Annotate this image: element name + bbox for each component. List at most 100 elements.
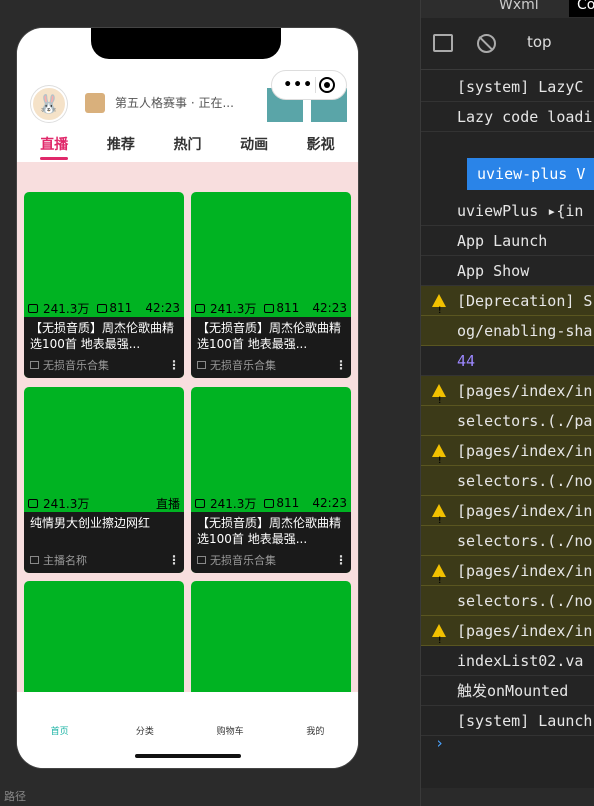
inspect-icon[interactable] [431, 0, 451, 14]
video-card[interactable]: 241.3万 811 42:23 【无损音质】周杰伦歌曲精选100首 地表最强... 无… [191, 387, 351, 573]
context-selector[interactable]: top [527, 33, 552, 51]
console-line: App Show [421, 256, 594, 286]
tabbar-item-3[interactable]: 我的 [285, 724, 345, 737]
console-line: og/enabling-sha [421, 316, 594, 346]
more-options-icon[interactable]: ⋮ [335, 358, 347, 372]
video-card[interactable]: 241.3万 直播 纯情男大创业擦边网红 主播名称 ⋮ [24, 387, 184, 573]
up-icon [30, 361, 39, 369]
console-line: Lazy code loadi [421, 102, 594, 132]
console-text: [pages/index/in [457, 562, 593, 580]
console-line: selectors.(./no [421, 526, 594, 556]
sidebar-toggle-icon[interactable] [433, 34, 453, 52]
console-text: selectors.(./no [457, 592, 593, 610]
console-text: Lazy code loadi [457, 108, 593, 126]
view-count: 241.3万 [210, 496, 257, 511]
notice-icon [85, 93, 105, 113]
author-name[interactable]: 无损音乐合集 [43, 357, 109, 373]
console-line: indexList02.va [421, 646, 594, 676]
video-feed: 241.3万 811 42:23 【无损音质】周杰伦歌曲精选100首 地表最强... 无… [17, 162, 358, 692]
console-line: selectors.(./no [421, 586, 594, 616]
author-name[interactable]: 主播名称 [43, 552, 87, 568]
tab-0[interactable]: 直播 [40, 134, 69, 160]
more-options-icon[interactable]: ⋮ [168, 358, 180, 372]
console-line: 44 [421, 346, 594, 376]
console-line: 触发onMounted [421, 676, 594, 706]
tab-console[interactable]: Co [569, 0, 594, 17]
danmaku-icon [264, 498, 275, 508]
warning-icon [432, 384, 446, 416]
console-line: selectors.(./no [421, 466, 594, 496]
view-count: 241.3万 [43, 301, 90, 316]
warning-icon [432, 294, 446, 326]
video-card[interactable]: 241.3万81142:23【无损音质】周杰伦歌 [24, 581, 184, 692]
play-count-icon [195, 498, 205, 508]
console-prompt[interactable]: › [435, 734, 444, 752]
view-count: 241.3万 [210, 301, 257, 316]
console-text: [pages/index/in [457, 442, 593, 460]
video-card[interactable]: 241.3万 811 42:23 【无损音质】周杰伦歌曲精选100首 地表最强... 无… [191, 192, 351, 378]
close-miniprogram-icon[interactable] [318, 77, 335, 93]
console-text: og/enabling-sha [457, 322, 593, 340]
tabbar-item-2[interactable]: 购物车 [200, 724, 260, 737]
console-text: [pages/index/in [457, 382, 593, 400]
console-text: uviewPlus ▸{in [457, 202, 584, 220]
more-icon[interactable]: ••• [283, 77, 313, 93]
console-line: [pages/index/in [421, 376, 594, 416]
console-text: [system] LazyC [457, 78, 584, 96]
more-options-icon[interactable]: ⋮ [335, 553, 347, 567]
notice-text[interactable]: 第五人格赛事 · 正在... [115, 94, 234, 111]
danmaku-icon [97, 303, 108, 313]
console-line: [system] LazyC [421, 72, 594, 102]
card-stats: 241.3万 811 42:23 [24, 299, 184, 317]
console-text: App Show [457, 262, 530, 280]
bottom-tabbar: 首页 分类 购物车 我的 [17, 692, 358, 768]
tab-4[interactable]: 影视 [307, 134, 335, 160]
tab-3[interactable]: 动画 [240, 134, 268, 160]
author-name[interactable]: 无损音乐合集 [210, 552, 276, 568]
tabbar-item-1[interactable]: 分类 [115, 724, 175, 737]
tab-2[interactable]: 热门 [173, 134, 201, 160]
play-count-icon [28, 498, 38, 508]
author-name[interactable]: 无损音乐合集 [210, 357, 276, 373]
card-info: 纯情男大创业擦边网红 主播名称 ⋮ [24, 512, 184, 573]
video-card[interactable]: 241.3万 811 42:23 【无损音质】周杰伦歌曲精选100首 地表最强... 无… [24, 192, 184, 378]
tab-1[interactable]: 推荐 [107, 134, 135, 160]
author-row: 无损音乐合集 ⋮ [197, 357, 347, 373]
console-text: [pages/index/in [457, 622, 593, 640]
warning-icon [432, 504, 446, 536]
card-info: 【无损音质】周杰伦歌曲精选100首 地表最强... 无损音乐合集 ⋮ [191, 512, 351, 573]
warning-icon [432, 444, 446, 476]
tab-wxml[interactable]: Wxml [499, 0, 539, 13]
card-info: 【无损音质】周杰伦歌曲精选100首 地表最强... 无损音乐合集 ⋮ [24, 317, 184, 378]
console-text: selectors.(./no [457, 472, 593, 490]
console-text: [Deprecation] S [457, 292, 593, 310]
home-indicator [135, 754, 241, 758]
console-line: selectors.(./pa [421, 406, 594, 436]
video-card[interactable]: 241.3万纯情男大原味 [191, 581, 351, 692]
miniprogram-capsule: ••• [271, 70, 347, 100]
capsule-divider [315, 77, 317, 93]
app-root: 🐰 第五人格赛事 · 正在... ••• 直播 推荐 热门 动画 影视 241.3万 81… [0, 0, 594, 806]
play-count-icon [28, 303, 38, 313]
avatar[interactable]: 🐰 [31, 86, 67, 122]
console-text: App Launch [457, 232, 548, 250]
console-line: [pages/index/in [421, 436, 594, 476]
path-label: 路径 [4, 790, 26, 803]
clear-console-icon[interactable] [477, 34, 496, 53]
duration: 42:23 [145, 301, 180, 315]
console-text: selectors.(./pa [457, 412, 593, 430]
console-line: uviewPlus ▸{in [421, 196, 594, 226]
devtools-panel: Wxml Co top [system] LazyC Lazy code load… [420, 0, 594, 806]
console-line: [pages/index/in [421, 556, 594, 596]
play-count-icon [195, 303, 205, 313]
card-title: 【无损音质】周杰伦歌曲精选100首 地表最强... [197, 516, 342, 546]
duration: 直播 [155, 496, 180, 511]
simulator-area: 🐰 第五人格赛事 · 正在... ••• 直播 推荐 热门 动画 影视 241.3万 81… [0, 0, 420, 806]
console-text: selectors.(./no [457, 532, 593, 550]
tabbar-item-0[interactable]: 首页 [30, 724, 90, 737]
up-icon [197, 556, 206, 564]
danmaku-count: 811 [276, 496, 300, 510]
more-options-icon[interactable]: ⋮ [168, 553, 180, 567]
danmaku-count: 811 [276, 301, 300, 315]
view-count: 241.3万 [43, 496, 90, 511]
